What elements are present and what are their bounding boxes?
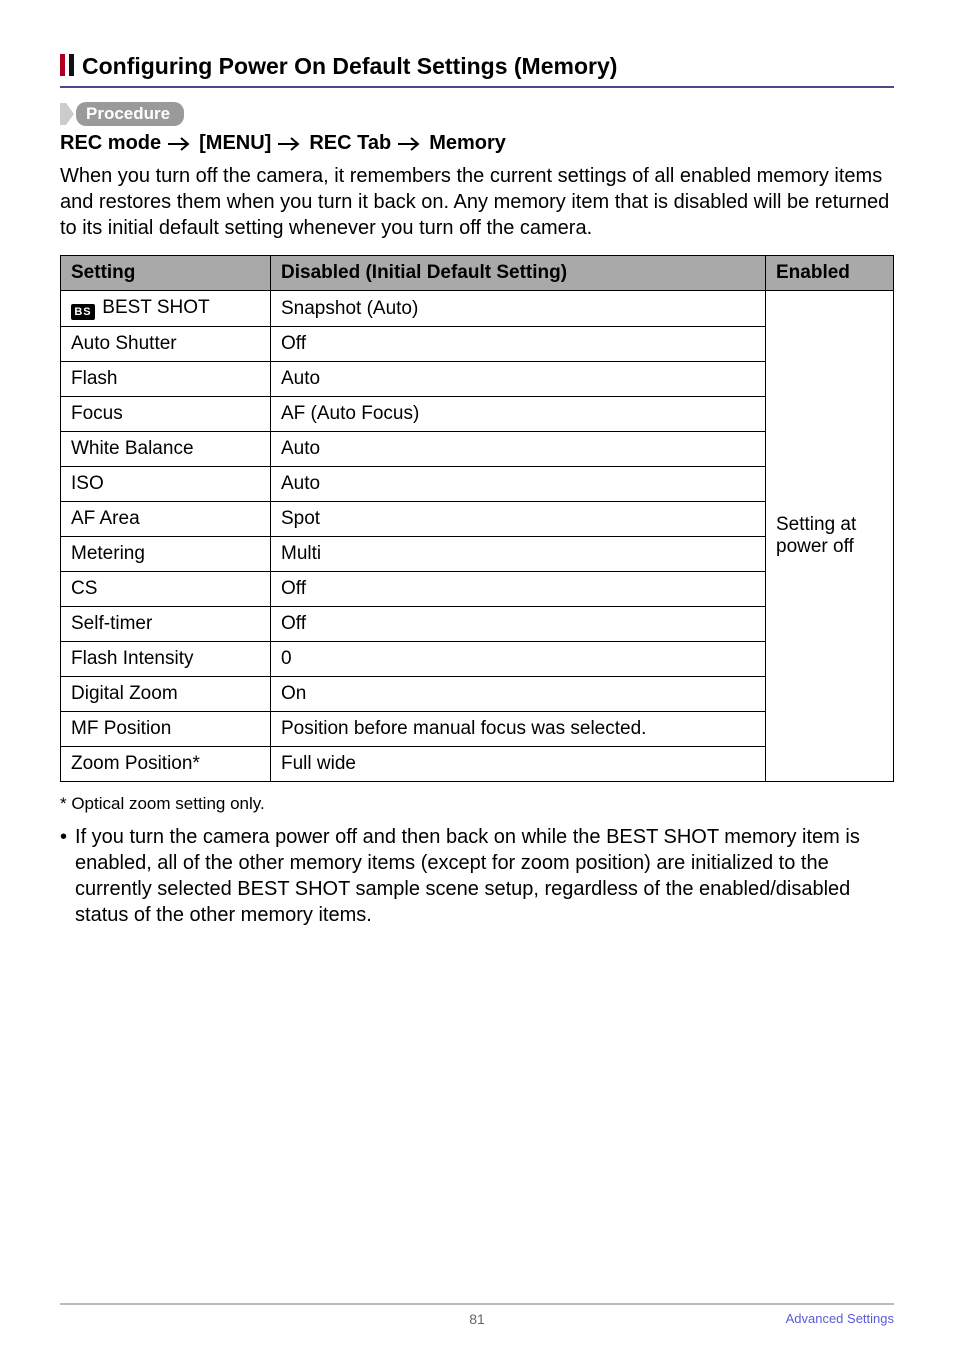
procedure-chip: Procedure	[76, 102, 184, 126]
cell-disabled: Auto	[271, 467, 766, 502]
cell-setting: Auto Shutter	[61, 327, 271, 362]
procedure-arrow-icon	[66, 103, 74, 125]
cell-setting: Metering	[61, 537, 271, 572]
path-step-2: [MENU]	[199, 132, 271, 155]
path-step-4: Memory	[429, 132, 506, 155]
table-header-row: Setting Disabled (Initial Default Settin…	[61, 256, 894, 291]
cell-setting: Zoom Position*	[61, 747, 271, 782]
cell-enabled: Setting at power off	[766, 291, 894, 782]
cell-setting: MF Position	[61, 712, 271, 747]
cell-disabled: Off	[271, 572, 766, 607]
cell-setting: Flash Intensity	[61, 642, 271, 677]
cell-setting: CS	[61, 572, 271, 607]
cell-setting: AF Area	[61, 502, 271, 537]
cell-disabled: Off	[271, 607, 766, 642]
heading-text: Configuring Power On Default Settings (M…	[82, 53, 617, 80]
intro-paragraph: When you turn off the camera, it remembe…	[60, 163, 894, 241]
cell-setting: Self-timer	[61, 607, 271, 642]
footer-rule-icon	[60, 1303, 894, 1305]
cell-setting: BS BEST SHOT	[61, 291, 271, 327]
header-enabled: Enabled	[766, 256, 894, 291]
footer-section: Advanced Settings	[786, 1311, 894, 1326]
heading-marker-red-icon	[60, 54, 65, 76]
cell-setting-text: BEST SHOT	[102, 297, 209, 318]
cell-disabled: Full wide	[271, 747, 766, 782]
cell-setting: Digital Zoom	[61, 677, 271, 712]
navigation-path: REC mode [MENU] REC Tab Memory	[60, 132, 894, 155]
section-heading: Configuring Power On Default Settings (M…	[60, 52, 894, 88]
header-setting: Setting	[61, 256, 271, 291]
cell-disabled: Auto	[271, 362, 766, 397]
arrow-right-icon	[277, 137, 303, 151]
path-step-1: REC mode	[60, 132, 161, 155]
settings-table: Setting Disabled (Initial Default Settin…	[60, 255, 894, 782]
bs-icon: BS	[71, 304, 95, 320]
cell-disabled: AF (Auto Focus)	[271, 397, 766, 432]
bullet-text: If you turn the camera power off and the…	[75, 824, 894, 928]
cell-disabled: Off	[271, 327, 766, 362]
arrow-right-icon	[397, 137, 423, 151]
procedure-row: Procedure	[60, 102, 894, 126]
page-footer: 81 Advanced Settings	[60, 1283, 894, 1327]
cell-setting: Focus	[61, 397, 271, 432]
path-step-3: REC Tab	[309, 132, 391, 155]
header-disabled: Disabled (Initial Default Setting)	[271, 256, 766, 291]
cell-disabled: Auto	[271, 432, 766, 467]
cell-disabled: Multi	[271, 537, 766, 572]
heading-marker-black-icon	[69, 54, 74, 76]
cell-setting: Flash	[61, 362, 271, 397]
cell-disabled: 0	[271, 642, 766, 677]
footnote: * Optical zoom setting only.	[60, 794, 894, 814]
cell-setting: ISO	[61, 467, 271, 502]
table-row: BS BEST SHOT Snapshot (Auto) Setting at …	[61, 291, 894, 327]
cell-disabled: Spot	[271, 502, 766, 537]
cell-setting: White Balance	[61, 432, 271, 467]
cell-disabled: Snapshot (Auto)	[271, 291, 766, 327]
page-number: 81	[469, 1311, 485, 1327]
bullet-dot-icon: •	[60, 824, 67, 928]
cell-disabled: Position before manual focus was selecte…	[271, 712, 766, 747]
arrow-right-icon	[167, 137, 193, 151]
bullet-item: • If you turn the camera power off and t…	[60, 824, 894, 928]
cell-disabled: On	[271, 677, 766, 712]
